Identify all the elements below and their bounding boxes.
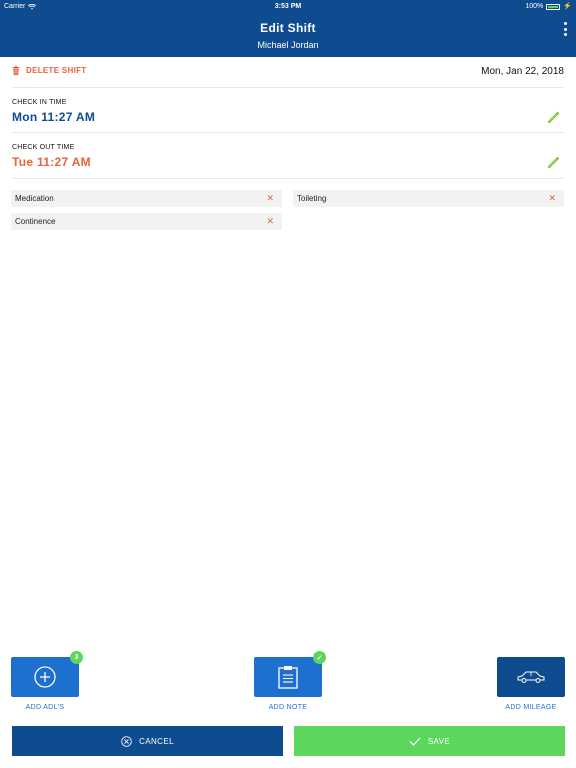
add-adl-label[interactable]: ADD ADL'S: [0, 704, 90, 711]
add-note-button[interactable]: ✓: [254, 651, 326, 697]
divider: [12, 178, 564, 179]
tag-label: Toileting: [297, 194, 327, 203]
edit-check-out-icon[interactable]: [546, 155, 560, 169]
save-label: SAVE: [427, 736, 451, 746]
remove-tag-icon[interactable]: ✕: [266, 213, 274, 230]
battery-info: 100% ⚡: [525, 0, 572, 13]
cancel-button[interactable]: CANCEL: [12, 726, 283, 756]
trash-icon: [12, 66, 20, 75]
page-title: Edit Shift: [260, 21, 316, 35]
add-mileage-label[interactable]: ADD MILEAGE: [486, 704, 576, 711]
plus-circle-icon: [34, 666, 56, 688]
add-note-label[interactable]: ADD NOTE: [243, 704, 333, 711]
divider: [12, 132, 564, 133]
save-button[interactable]: SAVE: [294, 726, 565, 756]
check-in-label: CHECK IN TIME: [12, 99, 67, 106]
battery-icon: [546, 3, 561, 10]
kebab-menu-icon[interactable]: [562, 22, 568, 36]
car-icon: [517, 671, 545, 683]
checkmark-icon: [409, 737, 421, 746]
add-adl-button[interactable]: 3: [11, 651, 83, 697]
check-in-time: Mon 11:27 AM: [12, 110, 96, 124]
status-bar: Carrier 3:53 PM 100% ⚡: [0, 0, 576, 13]
clipboard-icon: [278, 666, 298, 689]
adl-count-badge: 3: [70, 651, 83, 664]
status-time: 3:53 PM: [274, 3, 302, 10]
delete-shift-button[interactable]: DELETE SHIFT: [12, 66, 87, 75]
shift-date: Mon, Jan 22, 2018: [481, 66, 564, 77]
delete-shift-label: DELETE SHIFT: [26, 66, 87, 75]
tag-label: Medication: [15, 194, 54, 203]
app-header: Carrier 3:53 PM 100% ⚡ Edit Shift Michae…: [0, 0, 576, 57]
battery-percent: 100%: [525, 3, 544, 10]
tag-medication: Medication ✕: [11, 190, 282, 207]
check-out-label: CHECK OUT TIME: [12, 144, 75, 151]
tag-continence: Continence ✕: [11, 213, 282, 230]
edit-check-in-icon[interactable]: [546, 110, 560, 124]
tag-toileting: Toileting ✕: [293, 190, 564, 207]
check-out-time: Tue 11:27 AM: [12, 155, 91, 169]
divider: [12, 87, 564, 88]
charging-icon: ⚡: [563, 3, 572, 10]
cancel-label: CANCEL: [139, 736, 174, 746]
remove-tag-icon[interactable]: ✕: [266, 190, 274, 207]
tag-label: Continence: [15, 217, 56, 226]
cancel-circle-icon: [121, 735, 132, 747]
client-name: Michael Jordan: [257, 40, 319, 50]
note-check-badge: ✓: [313, 651, 326, 664]
remove-tag-icon[interactable]: ✕: [548, 190, 556, 207]
add-mileage-button[interactable]: [497, 657, 565, 697]
